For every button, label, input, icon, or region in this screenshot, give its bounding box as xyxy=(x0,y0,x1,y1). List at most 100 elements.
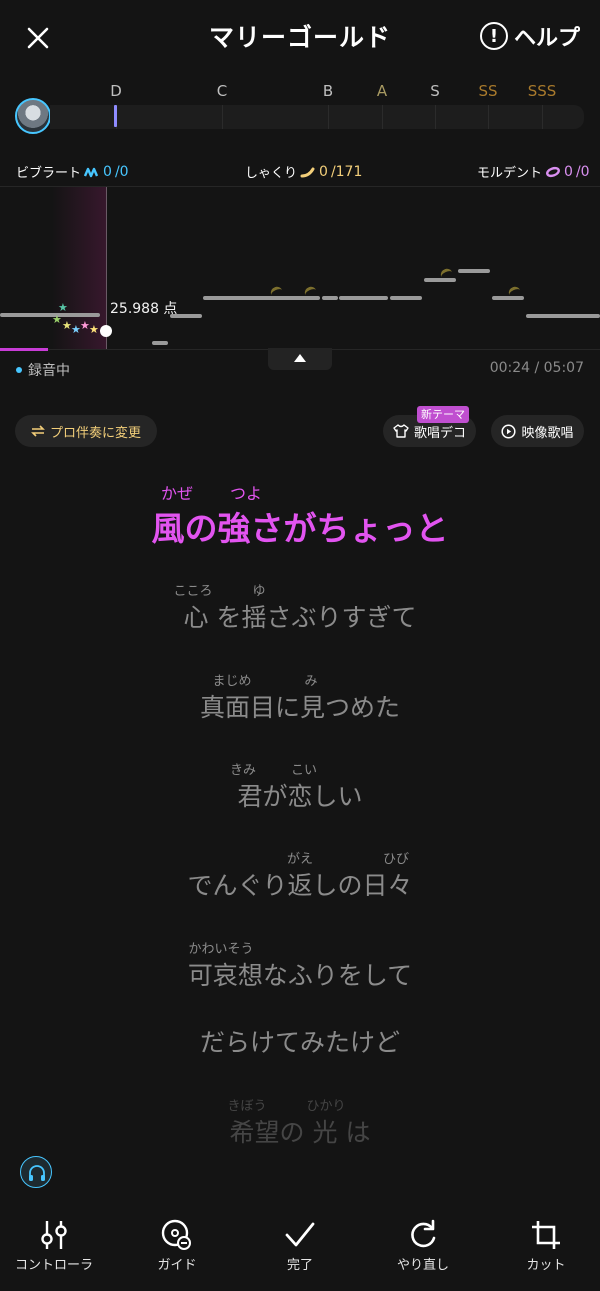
lyric-ruby: み xyxy=(304,674,318,689)
lyric-ruby: きみ xyxy=(229,763,257,778)
crop-icon xyxy=(532,1221,560,1249)
pitch-note xyxy=(288,296,320,300)
controller-label: コントローラ xyxy=(14,1258,93,1273)
lyric-ruby: まじめ xyxy=(212,674,252,689)
help-button[interactable]: ! ヘルプ xyxy=(479,20,580,52)
rank-label-a: A xyxy=(376,82,388,100)
redo-label: やり直し xyxy=(396,1258,449,1273)
lyric-line: がえ ひび でんぐり返しの日々 xyxy=(0,848,600,902)
lyric-ruby: ひかり xyxy=(306,1099,346,1114)
help-label: ヘルプ xyxy=(513,26,580,51)
shakuri-current: 0 xyxy=(319,163,328,180)
lyric-ruby: きぼう xyxy=(227,1099,267,1114)
lyric-text: 君が恋しい xyxy=(237,782,363,811)
video-singing-label: 映像歌唱 xyxy=(521,425,574,441)
shakuri-label: しゃくり xyxy=(245,166,298,181)
lyric-ruby: ひび xyxy=(382,852,410,867)
done-label: 完了 xyxy=(286,1258,313,1273)
swap-icon xyxy=(31,425,45,437)
lyric-line: きぼう ひかり 希望の 光 は xyxy=(0,1095,600,1149)
pro-accompaniment-label: プロ伴奏に変更 xyxy=(49,425,141,441)
rank-label-s: S xyxy=(430,82,440,100)
pitch-note xyxy=(152,341,168,345)
pitch-note xyxy=(458,269,490,273)
rank-label-b: B xyxy=(322,82,334,100)
status-row: 録音中 00:24 / 05:07 xyxy=(0,358,600,382)
pitch-note xyxy=(492,296,524,300)
lyric-ruby: こころ xyxy=(173,584,213,599)
lyric-line-current: かぜ つよ 風の強さがちょっと xyxy=(0,480,600,548)
mordent-label: モルデント xyxy=(477,166,543,181)
recording-label: 録音中 xyxy=(28,363,70,379)
help-icon: ! xyxy=(479,22,508,50)
pitch-note xyxy=(526,314,600,318)
lyric-ruby: かわいそう xyxy=(188,942,254,957)
pro-accompaniment-button[interactable]: プロ伴奏に変更 xyxy=(15,415,157,447)
star-icon: ★ xyxy=(52,313,62,326)
rank-track xyxy=(50,105,584,129)
headphone-button[interactable] xyxy=(20,1156,52,1188)
done-button[interactable]: 完了 xyxy=(250,1210,350,1273)
lyric-text: 風の強さがちょっと xyxy=(151,509,449,548)
guide-button[interactable]: ガイド xyxy=(127,1210,227,1273)
vibrato-counter: ビブラート 0/0 xyxy=(16,162,129,182)
recording-dot-icon xyxy=(16,367,22,373)
pitch-note xyxy=(322,296,338,300)
shakuri-counter: しゃくり 0/171 xyxy=(245,162,363,182)
bottom-nav: コントローラ ガイド 完了 やり直し カット xyxy=(0,1210,600,1291)
pitch-note xyxy=(424,278,456,282)
mordent-current: 0 xyxy=(564,163,573,180)
lyric-line: まじめ み 真面目に見つめた xyxy=(0,670,600,724)
rank-label-sss: SSS xyxy=(527,82,557,100)
video-singing-button[interactable]: 映像歌唱 xyxy=(491,415,584,447)
lyric-ruby: つよ xyxy=(229,484,263,503)
shirt-icon xyxy=(393,424,409,438)
rank-bar: D C B A S SS SSS xyxy=(0,78,600,140)
sliders-icon xyxy=(41,1221,67,1249)
shakuri-total: /171 xyxy=(330,163,363,180)
current-score: 25.988 点 xyxy=(110,301,178,317)
lyric-line: かわいそう 可哀想なふりをして xyxy=(0,938,600,992)
new-theme-badge: 新テーマ xyxy=(417,406,469,423)
lyric-line: きみ こい 君が恋しい xyxy=(0,759,600,813)
pitch-note xyxy=(339,296,388,300)
controller-button[interactable]: コントローラ xyxy=(4,1210,104,1273)
pitch-graph: ★ ★ ★ ★ ★ ★ 25.988 点 xyxy=(0,186,600,350)
vibrato-icon xyxy=(84,167,99,177)
guide-label: ガイド xyxy=(157,1258,197,1273)
lyric-text: 希望の 光 は xyxy=(229,1118,371,1147)
vibrato-total: /0 xyxy=(114,163,129,180)
singing-deco-label: 歌唱デコ xyxy=(413,425,466,441)
lyric-ruby: ゆ xyxy=(252,584,266,599)
mordent-total: /0 xyxy=(575,163,590,180)
star-icon: ★ xyxy=(89,323,99,336)
lyric-text: 真面目に見つめた xyxy=(199,693,400,722)
top-bar: マリーゴールド ! ヘルプ xyxy=(0,0,600,72)
pitch-note xyxy=(0,313,100,317)
headphone-icon xyxy=(29,1165,45,1181)
pitch-cursor xyxy=(100,325,112,337)
rank-label-d: D xyxy=(110,82,122,100)
pitch-note xyxy=(390,296,422,300)
pitch-note xyxy=(203,296,291,300)
redo-button[interactable]: やり直し xyxy=(373,1210,473,1273)
avatar[interactable] xyxy=(15,98,51,134)
recording-status: 録音中 xyxy=(16,360,70,380)
guide-disc-icon xyxy=(161,1219,191,1250)
shakuri-icon xyxy=(300,167,315,177)
mordent-icon xyxy=(546,166,560,177)
mordent-counter: モルデント 0/0 xyxy=(477,162,590,182)
technique-counters: ビブラート 0/0 しゃくり 0/171 モルデント 0/0 xyxy=(0,160,600,184)
lyric-ruby: かぜ xyxy=(160,484,194,503)
play-icon xyxy=(501,423,517,439)
checkmark-icon xyxy=(285,1222,315,1247)
lyric-text: 心 を揺さぶりすぎて xyxy=(183,603,417,632)
lyric-text: だらけてみたけど xyxy=(199,1028,400,1057)
song-progress xyxy=(0,348,48,351)
lyric-line: だらけてみたけど xyxy=(0,1005,600,1059)
cut-label: カット xyxy=(526,1258,566,1273)
lyric-text: 可哀想なふりをして xyxy=(187,961,413,990)
lyric-ruby: がえ xyxy=(286,852,314,867)
cut-button[interactable]: カット xyxy=(496,1210,596,1273)
rank-label-ss: SS xyxy=(478,82,498,100)
